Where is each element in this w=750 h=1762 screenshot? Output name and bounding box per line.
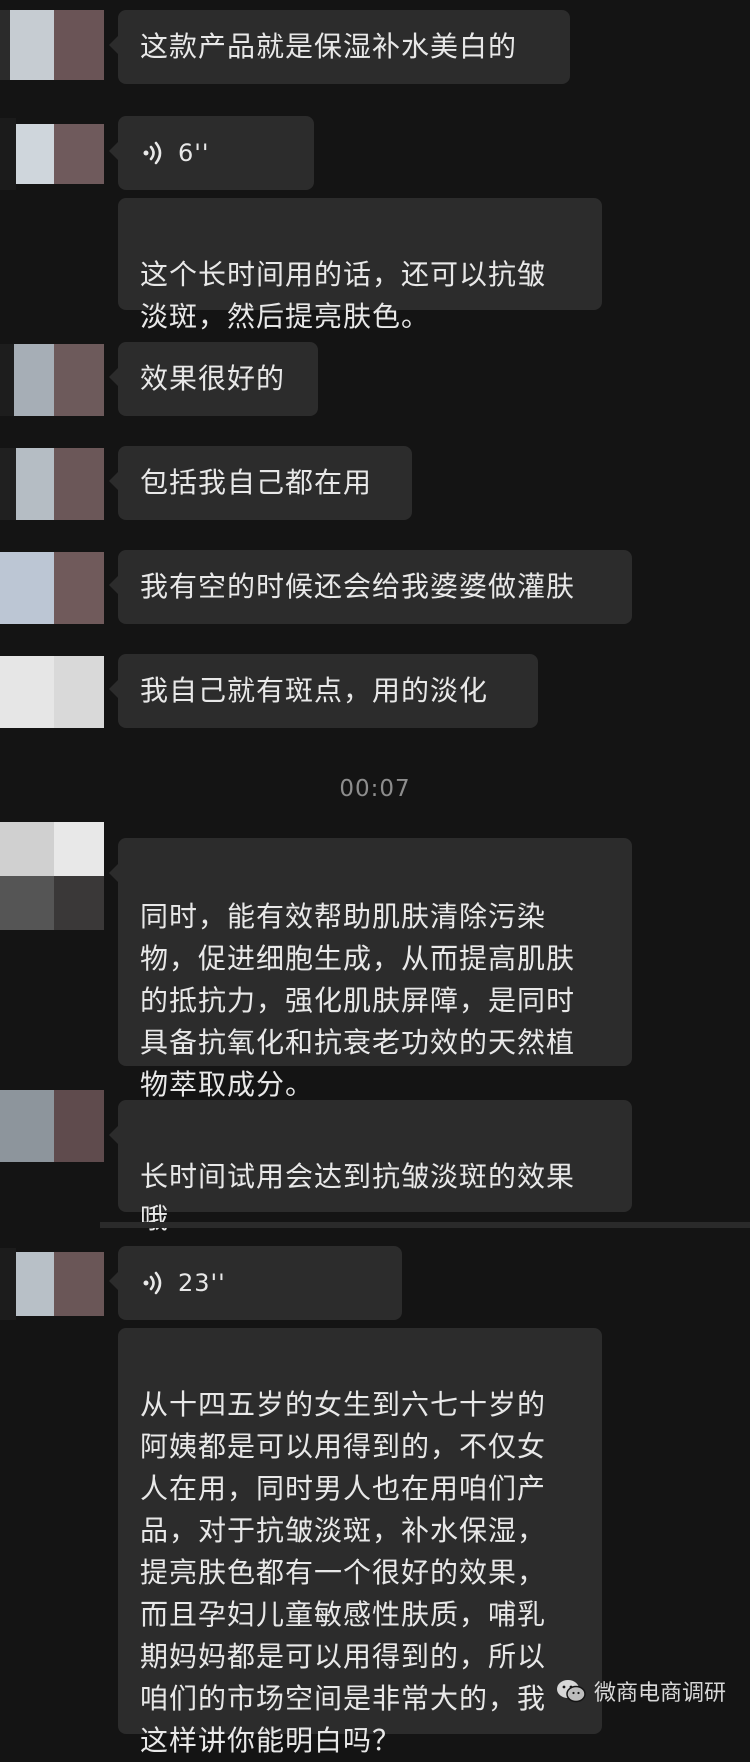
- watermark: 微商电商调研: [556, 1675, 726, 1707]
- message-bubble[interactable]: 效果很好的: [109, 342, 318, 416]
- message-bubble[interactable]: 长时间试用会达到抗皱淡斑的效果 哦: [109, 1100, 632, 1235]
- voice-duration: 6'': [178, 139, 210, 167]
- avatar[interactable]: [0, 552, 104, 624]
- message-bubble[interactable]: 这个长时间用的话，还可以抗皱 淡斑，然后提亮肤色。: [118, 198, 602, 333]
- message-text: 这款产品就是保湿补水美白的: [140, 30, 518, 63]
- voice-duration: 23'': [178, 1269, 226, 1297]
- avatar[interactable]: [0, 448, 104, 520]
- avatar[interactable]: [0, 656, 104, 728]
- avatar[interactable]: [0, 344, 104, 416]
- avatar[interactable]: [0, 118, 104, 190]
- message-bubble[interactable]: 同时，能有效帮助肌肤清除污染 物，促进细胞生成，从而提高肌肤 的抵抗力，强化肌肤…: [109, 838, 632, 1101]
- message-bubble[interactable]: 这款产品就是保湿补水美白的: [109, 10, 570, 84]
- message-bubble[interactable]: 我有空的时候还会给我婆婆做灌肤: [109, 550, 632, 624]
- avatar[interactable]: [0, 10, 104, 80]
- message-bubble[interactable]: 包括我自己都在用: [109, 446, 412, 520]
- voice-wave-icon: [143, 1271, 162, 1295]
- message-text: 从十四五岁的女生到六七十岁的 阿姨都是可以用得到的，不仅女 人在用，同时男人也在…: [140, 1388, 547, 1757]
- chat-timestamp: 00:07: [339, 776, 411, 802]
- watermark-text: 微商电商调研: [593, 1681, 726, 1706]
- chat-screen: 这款产品就是保湿补水美白的 6'' 这个长时间用的话，还可以抗皱 淡斑，然后提亮…: [0, 0, 750, 1757]
- voice-message[interactable]: 6'': [109, 116, 314, 190]
- voice-wave-icon: [143, 141, 162, 165]
- voice-message[interactable]: 23'': [109, 1246, 402, 1320]
- avatar[interactable]: [0, 822, 104, 930]
- message-text: 我自己就有斑点，用的淡化: [140, 674, 489, 707]
- message-text: 效果很好的: [140, 362, 286, 395]
- message-bubble[interactable]: 从十四五岁的女生到六七十岁的 阿姨都是可以用得到的，不仅女 人在用，同时男人也在…: [118, 1328, 602, 1757]
- wechat-official-account-icon: [556, 1680, 586, 1703]
- message-text: 这个长时间用的话，还可以抗皱 淡斑，然后提亮肤色。: [140, 258, 547, 333]
- avatar[interactable]: [0, 1248, 104, 1320]
- message-text: 包括我自己都在用: [140, 466, 373, 499]
- divider: [100, 1222, 750, 1228]
- message-text: 我有空的时候还会给我婆婆做灌肤: [140, 570, 576, 603]
- message-bubble[interactable]: 我自己就有斑点，用的淡化: [109, 654, 538, 728]
- message-text: 同时，能有效帮助肌肤清除污染 物，促进细胞生成，从而提高肌肤 的抵抗力，强化肌肤…: [140, 900, 576, 1101]
- avatar[interactable]: [0, 1090, 104, 1162]
